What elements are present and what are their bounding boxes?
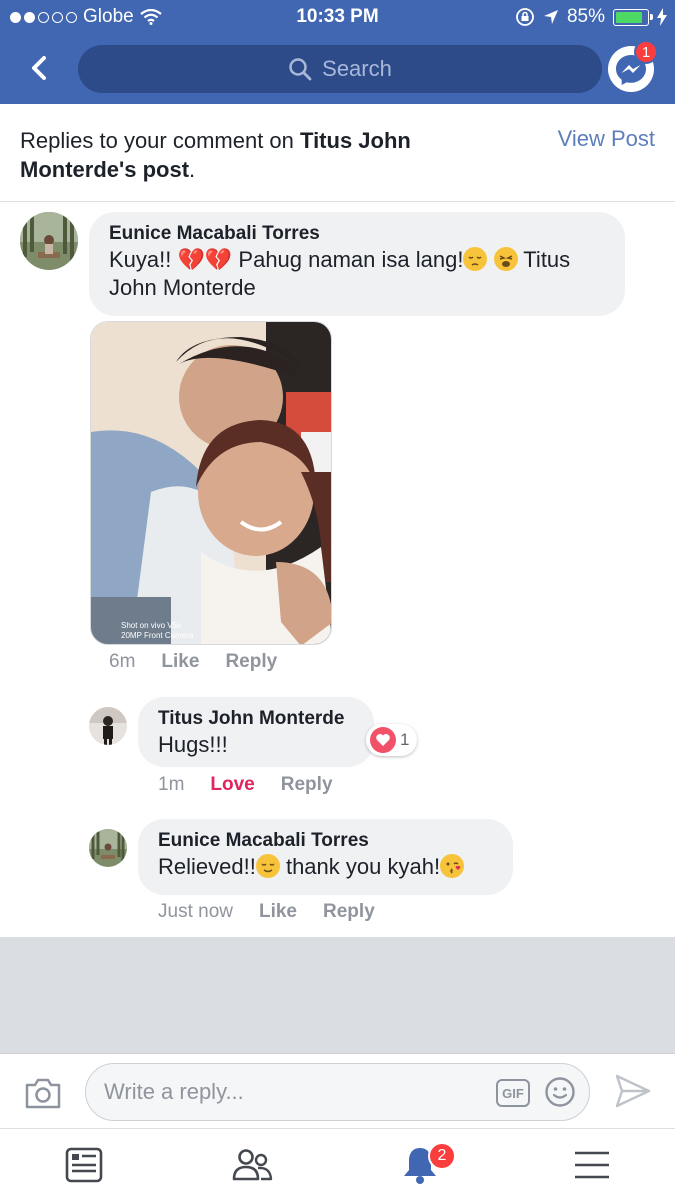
emoji-icon [545, 1077, 575, 1107]
comment-text-part: thank you kyah! [279, 854, 441, 879]
broken-heart-icon: 💔 [177, 247, 205, 272]
camera-button[interactable] [24, 1076, 62, 1110]
tab-menu[interactable] [570, 1143, 614, 1187]
app: Globe 10:33 PM 85% Search 1 Replies to y… [0, 0, 675, 1200]
reply-button[interactable]: Reply [281, 774, 333, 796]
send-icon [615, 1074, 651, 1108]
emoji-button[interactable] [544, 1076, 576, 1108]
comment-text-part: Pahug naman isa lang! [232, 247, 464, 272]
search-bar[interactable]: Search [78, 45, 602, 93]
like-button[interactable]: Like [161, 651, 199, 673]
comment-actions: 6m Like Reply [109, 651, 277, 673]
kiss-emoji-icon [440, 854, 465, 878]
reply-composer: GIF [0, 1053, 675, 1129]
comment-text: Kuya!! 💔💔 Pahug naman isa lang! Titus Jo… [109, 246, 605, 302]
empty-area [0, 937, 675, 1053]
comment-actions: Just now Like Reply [158, 901, 375, 923]
messenger-badge: 1 [634, 40, 658, 64]
gif-button[interactable]: GIF [496, 1079, 530, 1107]
rotation-lock-icon [516, 8, 534, 26]
comment-bubble: Eunice Macabali Torres Kuya!! 💔💔 Pahug n… [89, 212, 625, 316]
back-button[interactable] [22, 50, 58, 86]
search-placeholder: Search [322, 56, 392, 81]
send-button[interactable] [614, 1073, 652, 1109]
comment-author[interactable]: Eunice Macabali Torres [109, 222, 605, 246]
view-post-link[interactable]: View Post [558, 126, 655, 152]
top-header: Globe 10:33 PM 85% Search 1 [0, 0, 675, 104]
comment-photo[interactable]: Shot on vivo V5s 20MP Front Camera [90, 321, 332, 645]
pensive-emoji-icon [463, 247, 488, 271]
photo-watermark: 20MP Front Camera [121, 631, 194, 640]
charging-icon [657, 8, 667, 26]
avatar[interactable] [89, 829, 127, 867]
comment-time: 1m [158, 774, 185, 795]
news-feed-icon [65, 1147, 103, 1183]
comment-text: Relieved!! thank you kyah! [158, 853, 493, 881]
status-bar: Globe 10:33 PM 85% [0, 0, 675, 36]
like-button[interactable]: Like [259, 901, 297, 923]
title-end: . [189, 157, 196, 182]
bottom-tab-bar [0, 1129, 675, 1200]
page-title: Replies to your comment on Titus John Mo… [20, 126, 500, 184]
battery-icon [613, 8, 653, 26]
tab-friends[interactable] [230, 1143, 274, 1187]
photo-watermark: Shot on vivo V5s [121, 621, 181, 630]
comment-text: Hugs!!! [158, 732, 228, 757]
reaction-count: 1 [400, 730, 410, 749]
reply-input[interactable] [104, 1064, 484, 1119]
friends-icon [232, 1149, 273, 1181]
status-right: 85% [515, 6, 667, 28]
reaction-summary[interactable]: 1 [366, 724, 418, 756]
reply-button[interactable]: Reply [323, 901, 375, 923]
comment-actions: 1m Love Reply [158, 774, 333, 796]
back-icon [32, 56, 46, 80]
comment-time: 6m [109, 651, 136, 672]
relieved-emoji-icon [255, 854, 280, 878]
avatar[interactable] [89, 707, 127, 745]
tab-news-feed[interactable] [62, 1143, 106, 1187]
reply-button[interactable]: Reply [225, 651, 277, 673]
weary-emoji-icon [493, 247, 518, 271]
replies-title-bar: Replies to your comment on Titus John Mo… [0, 104, 675, 202]
title-suffix: 's post [119, 157, 190, 182]
reply-field-wrapper: GIF [85, 1063, 590, 1121]
comment-text-part: Kuya!! [109, 247, 178, 272]
comment-bubble: Titus John Monterde Hugs!!! [138, 697, 374, 767]
title-prefix: Replies to your comment on [20, 128, 301, 153]
battery-percent: 85% [566, 6, 605, 27]
avatar[interactable] [20, 212, 78, 270]
gif-icon: GIF [502, 1085, 524, 1101]
notifications-badge: 2 [428, 1142, 456, 1170]
comment-time: Just now [158, 901, 233, 922]
love-button[interactable]: Love [210, 774, 254, 796]
comment-author[interactable]: Eunice Macabali Torres [158, 829, 493, 853]
broken-heart-icon: 💔 [204, 247, 233, 272]
menu-icon [575, 1151, 609, 1179]
camera-icon [25, 1078, 61, 1109]
location-arrow-icon [543, 10, 558, 24]
heart-reaction-icon [370, 727, 396, 753]
search-icon [289, 58, 312, 81]
comment-bubble: Eunice Macabali Torres Relieved!! thank … [138, 819, 513, 895]
comment-text-part: Relieved!! [158, 854, 256, 879]
comment-author[interactable]: Titus John Monterde [158, 707, 354, 731]
